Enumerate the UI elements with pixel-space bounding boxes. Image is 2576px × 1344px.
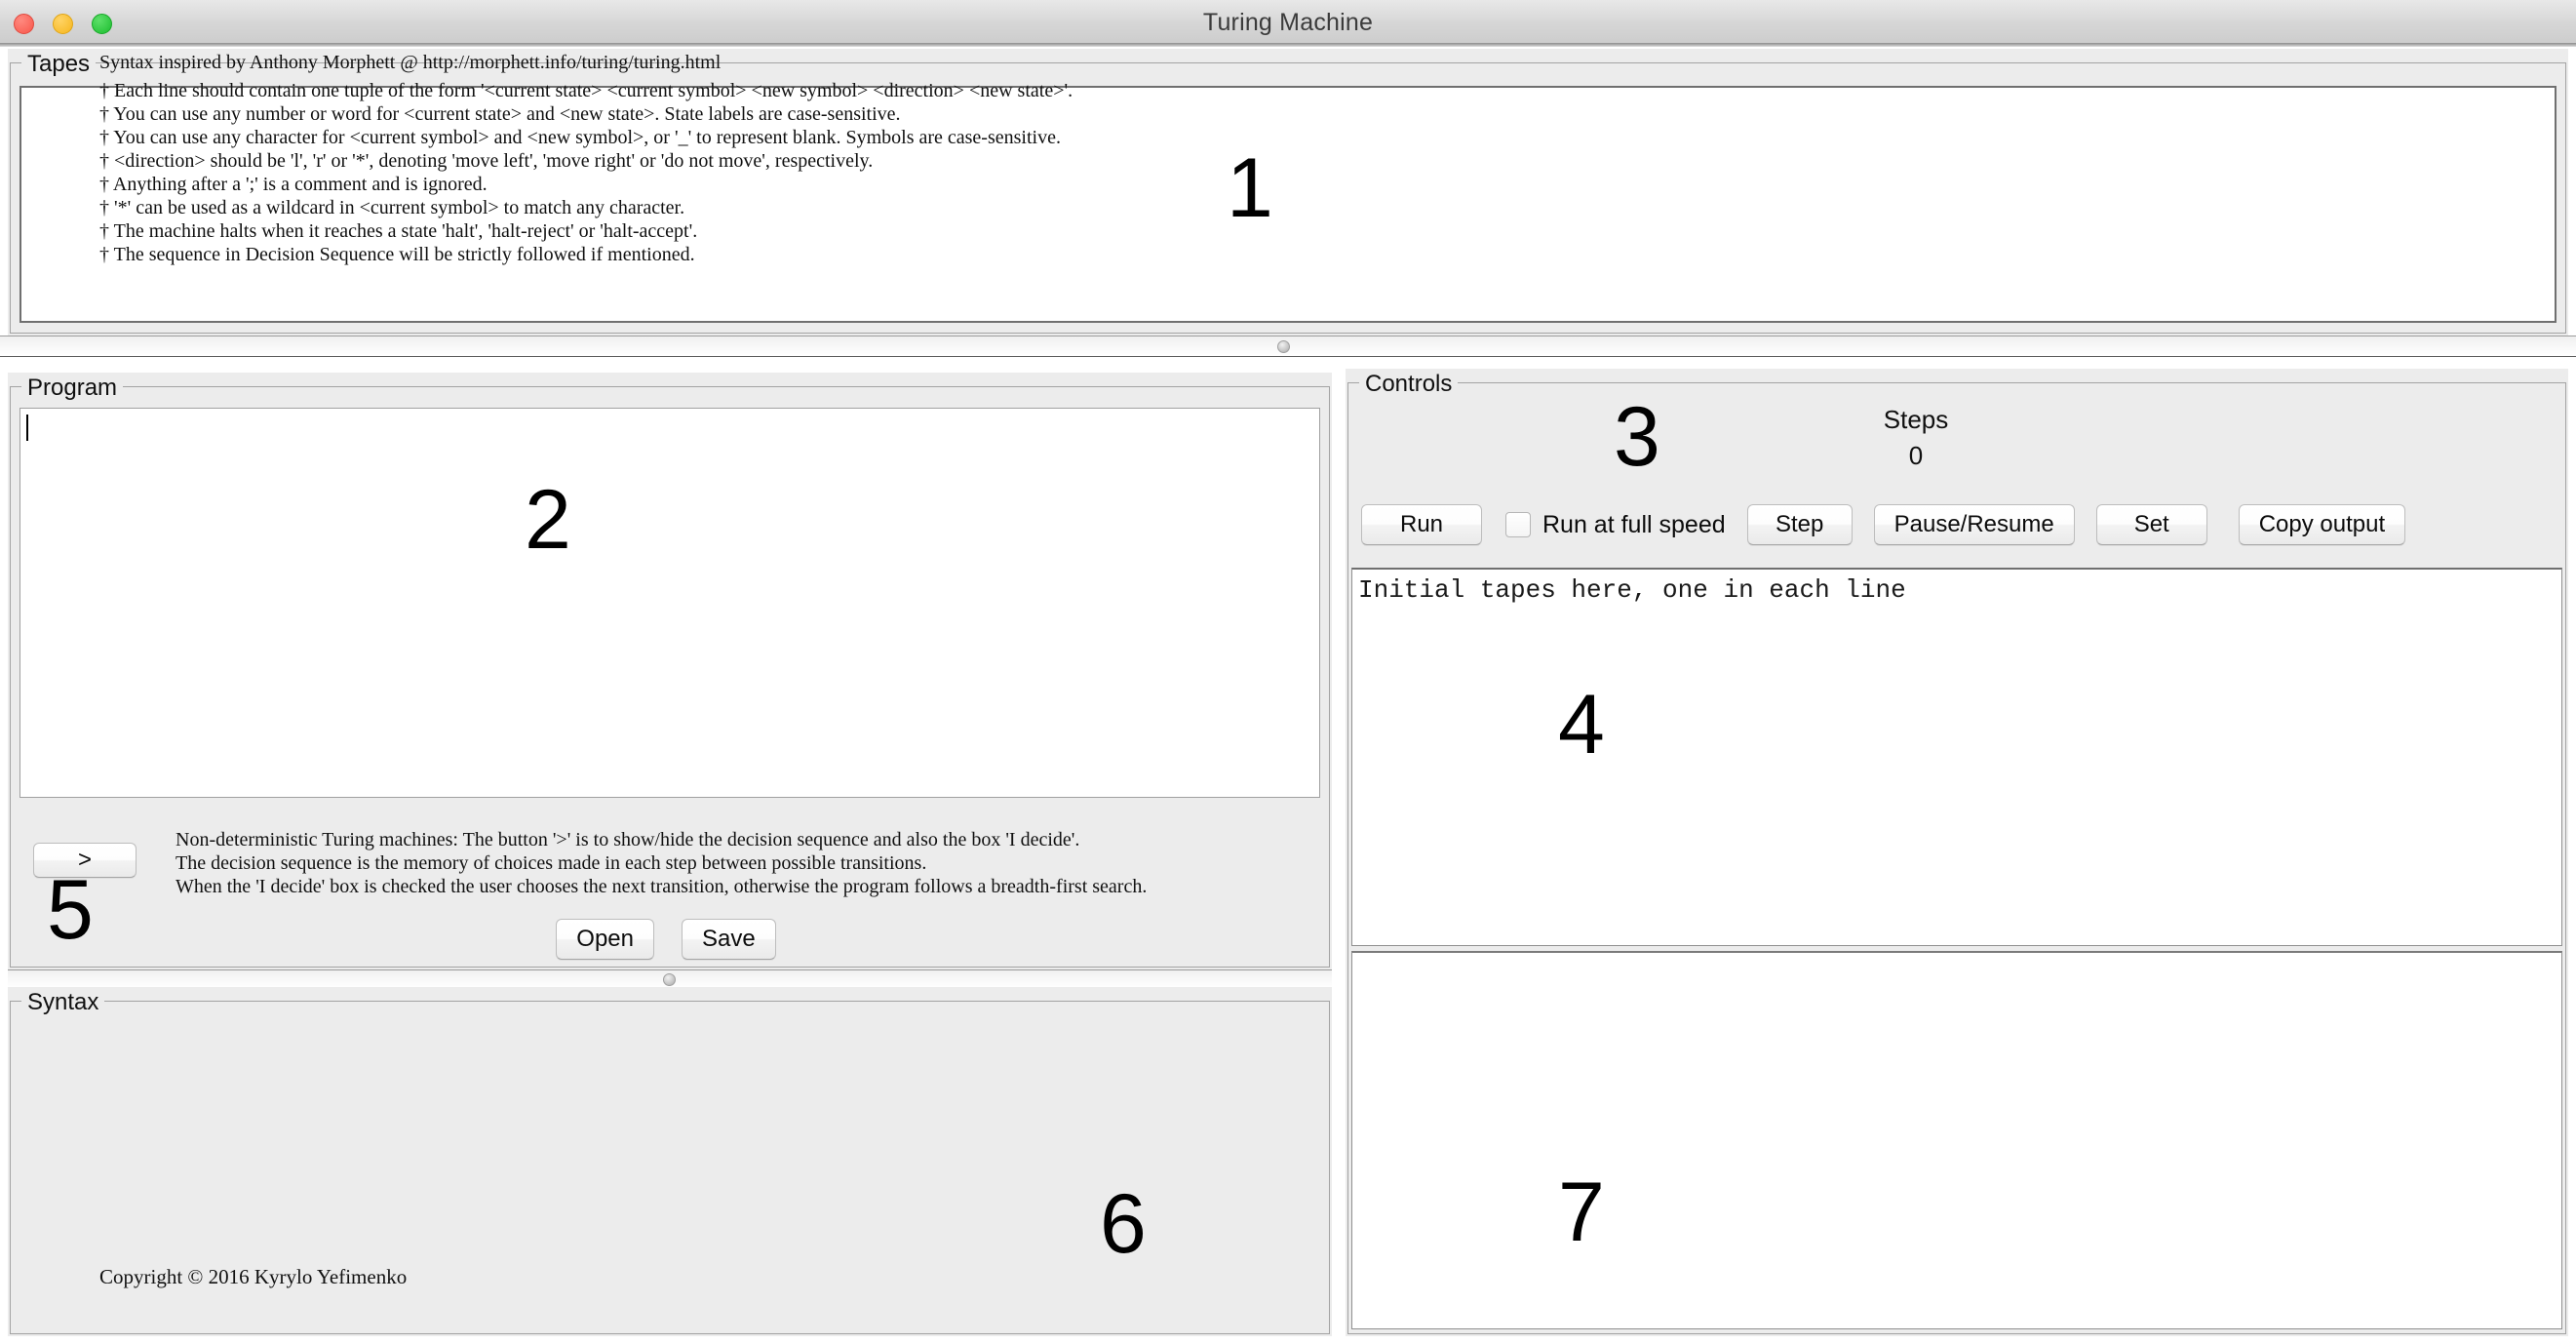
- toggle-decision-sequence-button[interactable]: >: [33, 843, 137, 878]
- program-textarea[interactable]: [20, 408, 1320, 798]
- tapes-panel-title: Tapes: [21, 52, 96, 77]
- window-title: Turing Machine: [0, 9, 2576, 37]
- syntax-line: † <direction> should be 'l', 'r' or '*',…: [99, 149, 1308, 173]
- run-button[interactable]: Run: [1361, 504, 1482, 545]
- syntax-line: † Each line should contain one tuple of …: [99, 79, 1308, 102]
- syntax-line: † Anything after a ';' is a comment and …: [99, 173, 1308, 196]
- text-caret: [26, 415, 28, 441]
- syntax-line: † The machine halts when it reaches a st…: [99, 219, 1308, 243]
- save-button[interactable]: Save: [682, 919, 776, 960]
- syntax-line: † You can use any character for <current…: [99, 126, 1308, 149]
- splitter-grip-icon[interactable]: [1277, 340, 1290, 353]
- program-file-buttons: Open Save: [8, 919, 1324, 960]
- splitter-grip-icon[interactable]: [663, 973, 676, 986]
- set-button[interactable]: Set: [2096, 504, 2207, 545]
- syntax-help-text: Syntax inspired by Anthony Morphett @ ht…: [99, 51, 1308, 266]
- open-button[interactable]: Open: [556, 919, 654, 960]
- output-display-area[interactable]: [1351, 951, 2562, 1329]
- program-panel-title: Program: [21, 376, 123, 401]
- syntax-line: † You can use any number or word for <cu…: [99, 102, 1308, 126]
- controls-panel-title: Controls: [1359, 372, 1458, 397]
- run-at-full-speed-label: Run at full speed: [1542, 511, 1726, 539]
- title-bar: Turing Machine: [0, 0, 2576, 44]
- copyright-text: Copyright © 2016 Kyrylo Yefimenko: [99, 1265, 407, 1289]
- main-splitter[interactable]: [0, 336, 2576, 357]
- checkbox-box-icon[interactable]: [1505, 512, 1531, 537]
- steps-counter-value: 0: [1857, 441, 1974, 471]
- steps-label: Steps: [1857, 405, 1974, 435]
- copy-output-button[interactable]: Copy output: [2239, 504, 2405, 545]
- program-syntax-splitter[interactable]: [8, 969, 1332, 989]
- pause-resume-button[interactable]: Pause/Resume: [1874, 504, 2075, 545]
- syntax-panel-title: Syntax: [21, 990, 104, 1015]
- syntax-line: Syntax inspired by Anthony Morphett @ ht…: [99, 51, 1308, 74]
- initial-tapes-placeholder: Initial tapes here, one in each line: [1358, 575, 1906, 605]
- step-button[interactable]: Step: [1747, 504, 1853, 545]
- syntax-line: † The sequence in Decision Sequence will…: [99, 243, 1308, 266]
- syntax-line: † '*' can be used as a wildcard in <curr…: [99, 196, 1308, 219]
- initial-tapes-input[interactable]: Initial tapes here, one in each line: [1351, 568, 2562, 946]
- run-at-full-speed-checkbox[interactable]: Run at full speed: [1505, 511, 1726, 539]
- controls-button-row: Run Run at full speed Step Pause/Resume …: [1361, 502, 2556, 547]
- title-bar-shadow: [0, 43, 2576, 47]
- nondeterministic-help-text: Non-deterministic Turing machines: The b…: [176, 828, 1326, 898]
